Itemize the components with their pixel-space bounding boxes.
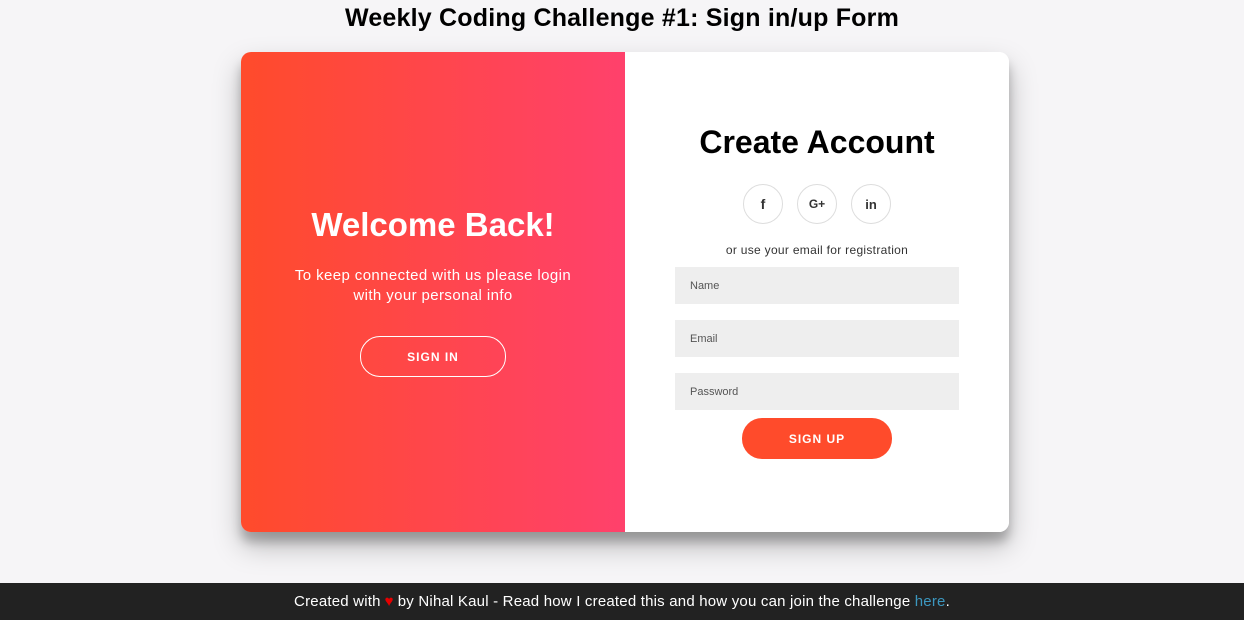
- google-plus-icon[interactable]: G+: [797, 184, 837, 224]
- sign-up-form: Create Account f G+ in or use your email…: [625, 52, 1009, 532]
- facebook-icon[interactable]: f: [743, 184, 783, 224]
- footer-link[interactable]: here: [915, 593, 946, 610]
- name-input[interactable]: [675, 267, 959, 304]
- welcome-panel: Welcome Back! To keep connected with us …: [241, 52, 625, 532]
- welcome-text: To keep connected with us please login w…: [294, 267, 572, 304]
- password-input[interactable]: [675, 373, 959, 410]
- create-account-heading: Create Account: [699, 124, 935, 160]
- footer-prefix: Created with: [294, 593, 381, 610]
- email-input[interactable]: [675, 320, 959, 357]
- heart-icon: ♥: [384, 593, 394, 610]
- footer-text: by Nihal Kaul - Read how I created this …: [397, 593, 911, 610]
- sign-in-button[interactable]: SIGN IN: [360, 336, 506, 377]
- footer: Created with ♥ by Nihal Kaul - Read how …: [0, 583, 1244, 620]
- page-title: Weekly Coding Challenge #1: Sign in/up F…: [344, 4, 900, 32]
- linkedin-icon[interactable]: in: [851, 184, 891, 224]
- footer-suffix: .: [945, 593, 950, 610]
- registration-hint: or use your email for registration: [725, 243, 909, 257]
- welcome-heading: Welcome Back!: [311, 206, 555, 243]
- auth-card: Welcome Back! To keep connected with us …: [241, 52, 1009, 532]
- sign-up-button[interactable]: SIGN UP: [742, 418, 892, 459]
